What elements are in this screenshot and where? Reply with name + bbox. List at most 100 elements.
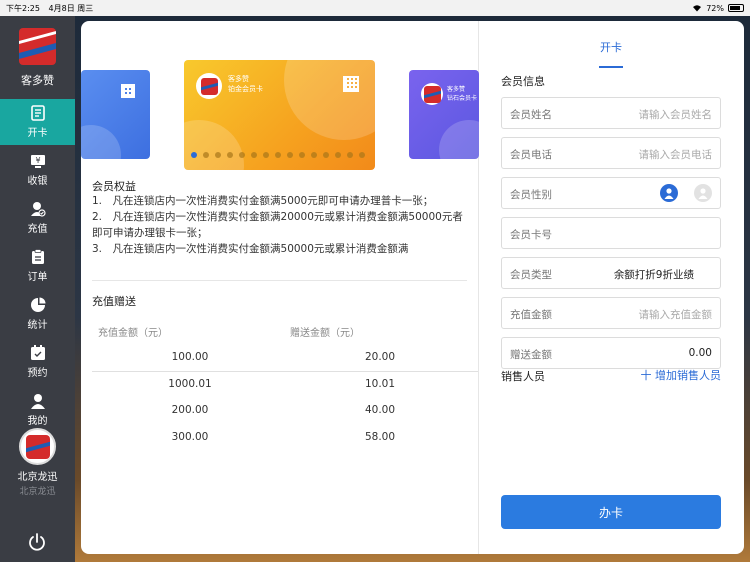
member-card-prev[interactable] — [81, 70, 150, 159]
sidebar-item-recharge[interactable]: 充值 — [0, 195, 75, 241]
app-logo — [19, 28, 56, 65]
field-value: 余额打折9折业绩 — [613, 269, 694, 281]
carousel-dot[interactable] — [239, 152, 245, 158]
calendar-icon — [30, 345, 46, 361]
member-gender-field: 会员性别 — [501, 177, 721, 209]
table-row[interactable]: 200.00 40.00 — [92, 398, 478, 424]
member-phone-field[interactable]: 会员电话 请输入会员电话 — [501, 137, 721, 169]
carousel-dot[interactable] — [335, 152, 341, 158]
status-time: 下午2:25 — [6, 3, 40, 13]
field-label: 充值金额 — [510, 309, 552, 321]
carousel-dot[interactable] — [311, 152, 317, 158]
carousel-dot[interactable] — [347, 152, 353, 158]
recharge-icon — [30, 201, 46, 217]
open-card-button[interactable]: 办卡 — [501, 495, 721, 529]
sidebar-item-label: 开卡 — [27, 128, 48, 139]
benefit-line: 3. 凡在连锁店内一次性消费实付金额满50000元或累计消费金额满 — [92, 243, 409, 255]
member-name-field[interactable]: 会员姓名 请输入会员姓名 — [501, 97, 721, 129]
carousel-dot[interactable] — [359, 152, 365, 158]
card-brand-info: 客多赞 钻石会员卡 — [447, 85, 477, 103]
sidebar-item-open-card[interactable]: 开卡 — [0, 99, 75, 145]
table-row[interactable]: 300.00 58.00 — [92, 425, 478, 451]
carousel-dot[interactable] — [191, 152, 197, 158]
gender-female-option[interactable] — [694, 184, 712, 202]
sidebar-item-label: 充值 — [27, 224, 48, 235]
carousel-dot[interactable] — [275, 152, 281, 158]
status-right: 72% — [692, 4, 744, 13]
carousel-dot[interactable] — [227, 152, 233, 158]
table-row[interactable]: 100.00 20.00 — [92, 345, 478, 371]
stats-icon — [30, 297, 46, 313]
field-label: 会员性别 — [510, 189, 552, 201]
sidebar-item-label: 我的 — [27, 416, 48, 427]
benefits-divider — [92, 280, 467, 281]
card-level: 钻石会员卡 — [447, 95, 478, 102]
sidebar-item-mine[interactable]: 我的 — [0, 387, 75, 433]
sidebar-item-stats[interactable]: 统计 — [0, 291, 75, 337]
add-sales-person-button[interactable]: 十 增加销售人员 — [641, 367, 722, 383]
row-bonus: 20.00 — [364, 351, 396, 363]
card-logo — [421, 83, 443, 105]
battery-percent: 72% — [706, 3, 724, 13]
user-icon — [30, 393, 46, 409]
carousel-dot[interactable] — [263, 152, 269, 158]
field-label: 会员类型 — [510, 269, 552, 281]
benefits-text[interactable]: 1. 凡在连锁店内一次性消费实付金额满5000元即可申请办理普卡一张； 2. 凡… — [92, 193, 470, 279]
recharge-amount-field[interactable]: 充值金额 请输入充值金额 — [501, 297, 721, 329]
male-icon — [664, 188, 674, 199]
benefit-line: 2. 凡在连锁店内一次性消费实付金额满20000元或累计消费金额满50000元者… — [92, 211, 463, 239]
battery-icon — [728, 4, 744, 12]
card-logo — [196, 73, 222, 99]
qr-code-icon — [121, 84, 135, 98]
table-row[interactable]: 1000.01 10.01 — [92, 372, 478, 398]
sidebar-item-label: 统计 — [27, 320, 48, 331]
store-subtitle: 北京龙迅 — [19, 487, 56, 497]
row-bonus: 10.01 — [364, 378, 396, 390]
field-placeholder: 请输入充值金额 — [638, 309, 713, 321]
store-name: 北京龙迅 — [17, 472, 58, 483]
main-panel: 客多赞 铂金会员卡 客多赞 钻石会员卡 会员权益 1. 凡在连锁店内一次性消费实… — [81, 21, 744, 554]
member-card-number-field[interactable]: 会员卡号 — [501, 217, 721, 249]
qr-code-icon — [343, 76, 359, 92]
row-amount: 1000.01 — [168, 378, 212, 390]
sidebar: 客多赞 开卡 ¥ 收银 充值 订单 统计 预约 我的 北京龙迅 北京龙迅 — [0, 16, 75, 562]
field-value: 0.00 — [688, 347, 712, 359]
carousel-dot[interactable] — [251, 152, 257, 158]
order-icon — [30, 249, 46, 265]
col-amount: 充值金额（元） — [98, 328, 168, 339]
member-card-next[interactable]: 客多赞 钻石会员卡 — [409, 70, 479, 159]
gender-male-option[interactable] — [660, 184, 678, 202]
sidebar-item-booking[interactable]: 预约 — [0, 339, 75, 385]
app-name: 客多赞 — [21, 74, 54, 87]
row-bonus: 40.00 — [364, 404, 396, 416]
row-amount: 100.00 — [171, 351, 209, 363]
bonus-amount-field[interactable]: 赠送金额 0.00 — [501, 337, 721, 369]
card-brand: 客多赞 — [228, 75, 249, 83]
sidebar-item-label: 预约 — [27, 368, 48, 379]
sidebar-item-label: 收银 — [27, 176, 48, 187]
status-left: 下午2:25 4月8日 周三 — [6, 3, 93, 14]
carousel-dot[interactable] — [203, 152, 209, 158]
row-amount: 200.00 — [171, 404, 209, 416]
sidebar-item-orders[interactable]: 订单 — [0, 243, 75, 289]
wifi-icon — [693, 5, 702, 12]
status-bar: 下午2:25 4月8日 周三 72% — [0, 0, 750, 16]
benefit-line: 1. 凡在连锁店内一次性消费实付金额满5000元即可申请办理普卡一张； — [92, 195, 434, 207]
carousel-dot[interactable] — [299, 152, 305, 158]
female-icon — [698, 188, 708, 199]
cashier-icon: ¥ — [30, 153, 46, 169]
sidebar-item-cashier[interactable]: ¥ 收银 — [0, 147, 75, 193]
field-label: 会员姓名 — [510, 109, 552, 121]
sidebar-item-label: 订单 — [27, 272, 48, 283]
field-label: 赠送金额 — [510, 349, 552, 361]
row-bonus: 58.00 — [364, 431, 396, 443]
carousel-dot[interactable] — [323, 152, 329, 158]
member-type-select[interactable]: 会员类型 余额打折9折业绩 — [501, 257, 721, 289]
tab-open-card[interactable]: 开卡 — [591, 39, 631, 55]
store-avatar[interactable] — [19, 428, 56, 465]
carousel-dots[interactable] — [191, 152, 365, 158]
carousel-dot[interactable] — [287, 152, 293, 158]
carousel-dot[interactable] — [215, 152, 221, 158]
power-icon[interactable] — [27, 532, 47, 552]
recharge-title: 充值赠送 — [92, 295, 136, 308]
